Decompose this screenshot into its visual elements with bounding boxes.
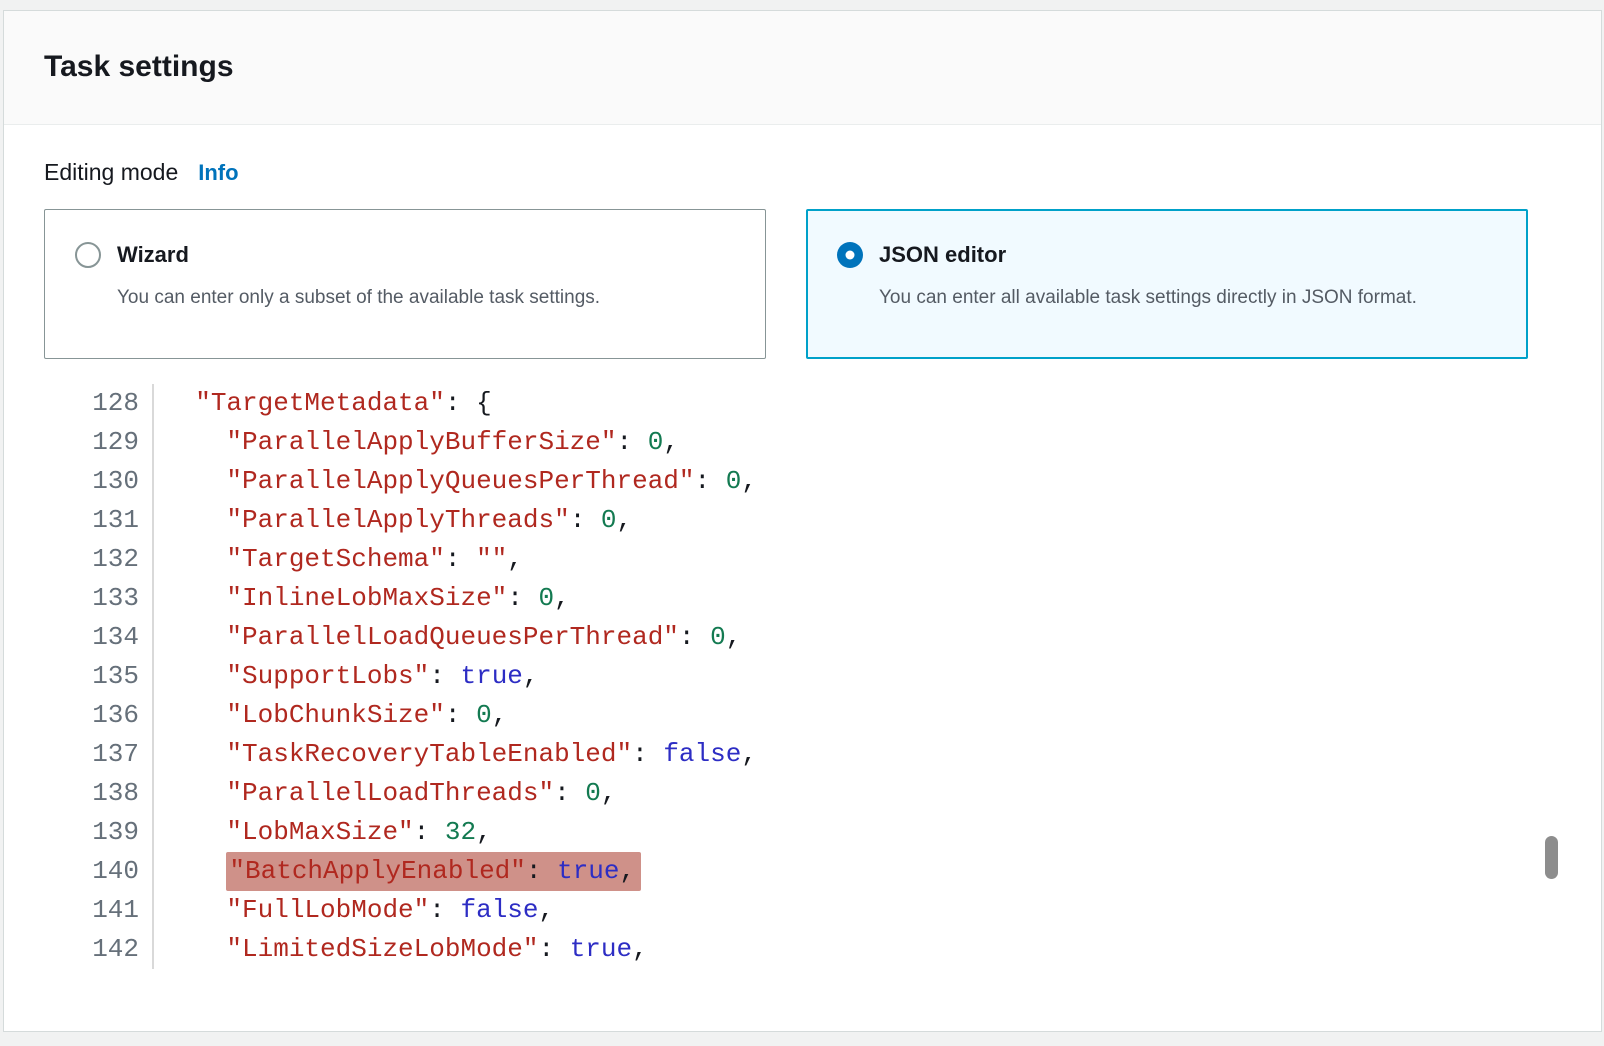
code-line: "LobMaxSize": 32, — [164, 813, 757, 852]
line-number: 136 — [44, 696, 139, 735]
code-line: "FullLobMode": false, — [164, 891, 757, 930]
line-number: 142 — [44, 930, 139, 969]
code-line: "SupportLobs": true, — [164, 657, 757, 696]
scrollbar-thumb[interactable] — [1545, 836, 1558, 879]
radio-unchecked-icon[interactable] — [75, 242, 101, 268]
line-number: 135 — [44, 657, 139, 696]
tile-wizard-description: You can enter only a subset of the avail… — [117, 279, 600, 316]
line-number: 137 — [44, 735, 139, 774]
tile-json-editor[interactable]: JSON editor You can enter all available … — [806, 209, 1528, 359]
line-number: 129 — [44, 423, 139, 462]
tile-wizard-text: Wizard You can enter only a subset of th… — [117, 239, 600, 316]
code-line: "ParallelApplyBufferSize": 0, — [164, 423, 757, 462]
tile-json-editor-description: You can enter all available task setting… — [879, 279, 1417, 316]
panel-body: Editing mode Info Wizard You can enter o… — [4, 125, 1601, 997]
tile-json-editor-label: JSON editor — [879, 239, 1417, 270]
code-line: "TargetMetadata": { — [164, 384, 757, 423]
code-line: "LimitedSizeLobMode": true, — [164, 930, 757, 969]
page-title: Task settings — [44, 48, 1561, 86]
line-number: 140 — [44, 852, 139, 891]
page: Task settings Editing mode Info Wizard Y… — [0, 0, 1604, 1045]
code-line: "ParallelApplyThreads": 0, — [164, 501, 757, 540]
line-number: 128 — [44, 384, 139, 423]
code-line: "ParallelLoadThreads": 0, — [164, 774, 757, 813]
code-line: "ParallelApplyQueuesPerThread": 0, — [164, 462, 757, 501]
code-lines: "TargetMetadata": { "ParallelApplyBuffer… — [154, 384, 757, 969]
highlighted-code: "BatchApplyEnabled": true, — [226, 852, 641, 891]
tile-wizard-label: Wizard — [117, 239, 600, 270]
radio-checked-icon[interactable] — [837, 242, 863, 268]
line-number: 132 — [44, 540, 139, 579]
line-number-gutter: 1281291301311321331341351361371381391401… — [44, 384, 154, 969]
line-number: 130 — [44, 462, 139, 501]
line-number: 139 — [44, 813, 139, 852]
tile-wizard[interactable]: Wizard You can enter only a subset of th… — [44, 209, 766, 359]
code-line: "TargetSchema": "", — [164, 540, 757, 579]
line-number: 138 — [44, 774, 139, 813]
code-line: "LobChunkSize": 0, — [164, 696, 757, 735]
code-line: "BatchApplyEnabled": true, — [164, 852, 757, 891]
code-line: "InlineLobMaxSize": 0, — [164, 579, 757, 618]
line-number: 131 — [44, 501, 139, 540]
code-line: "ParallelLoadQueuesPerThread": 0, — [164, 618, 757, 657]
tile-json-editor-text: JSON editor You can enter all available … — [879, 239, 1417, 316]
line-number: 133 — [44, 579, 139, 618]
panel-header: Task settings — [4, 11, 1601, 125]
task-settings-panel: Task settings Editing mode Info Wizard Y… — [3, 10, 1602, 1032]
editing-mode-row: Editing mode Info — [44, 158, 1561, 187]
line-number: 141 — [44, 891, 139, 930]
json-code-editor[interactable]: 1281291301311321331341351361371381391401… — [44, 384, 1561, 997]
line-number: 134 — [44, 618, 139, 657]
code-line: "TaskRecoveryTableEnabled": false, — [164, 735, 757, 774]
editing-mode-tiles: Wizard You can enter only a subset of th… — [44, 209, 1528, 359]
editing-mode-label: Editing mode — [44, 158, 178, 186]
info-link[interactable]: Info — [198, 159, 238, 187]
